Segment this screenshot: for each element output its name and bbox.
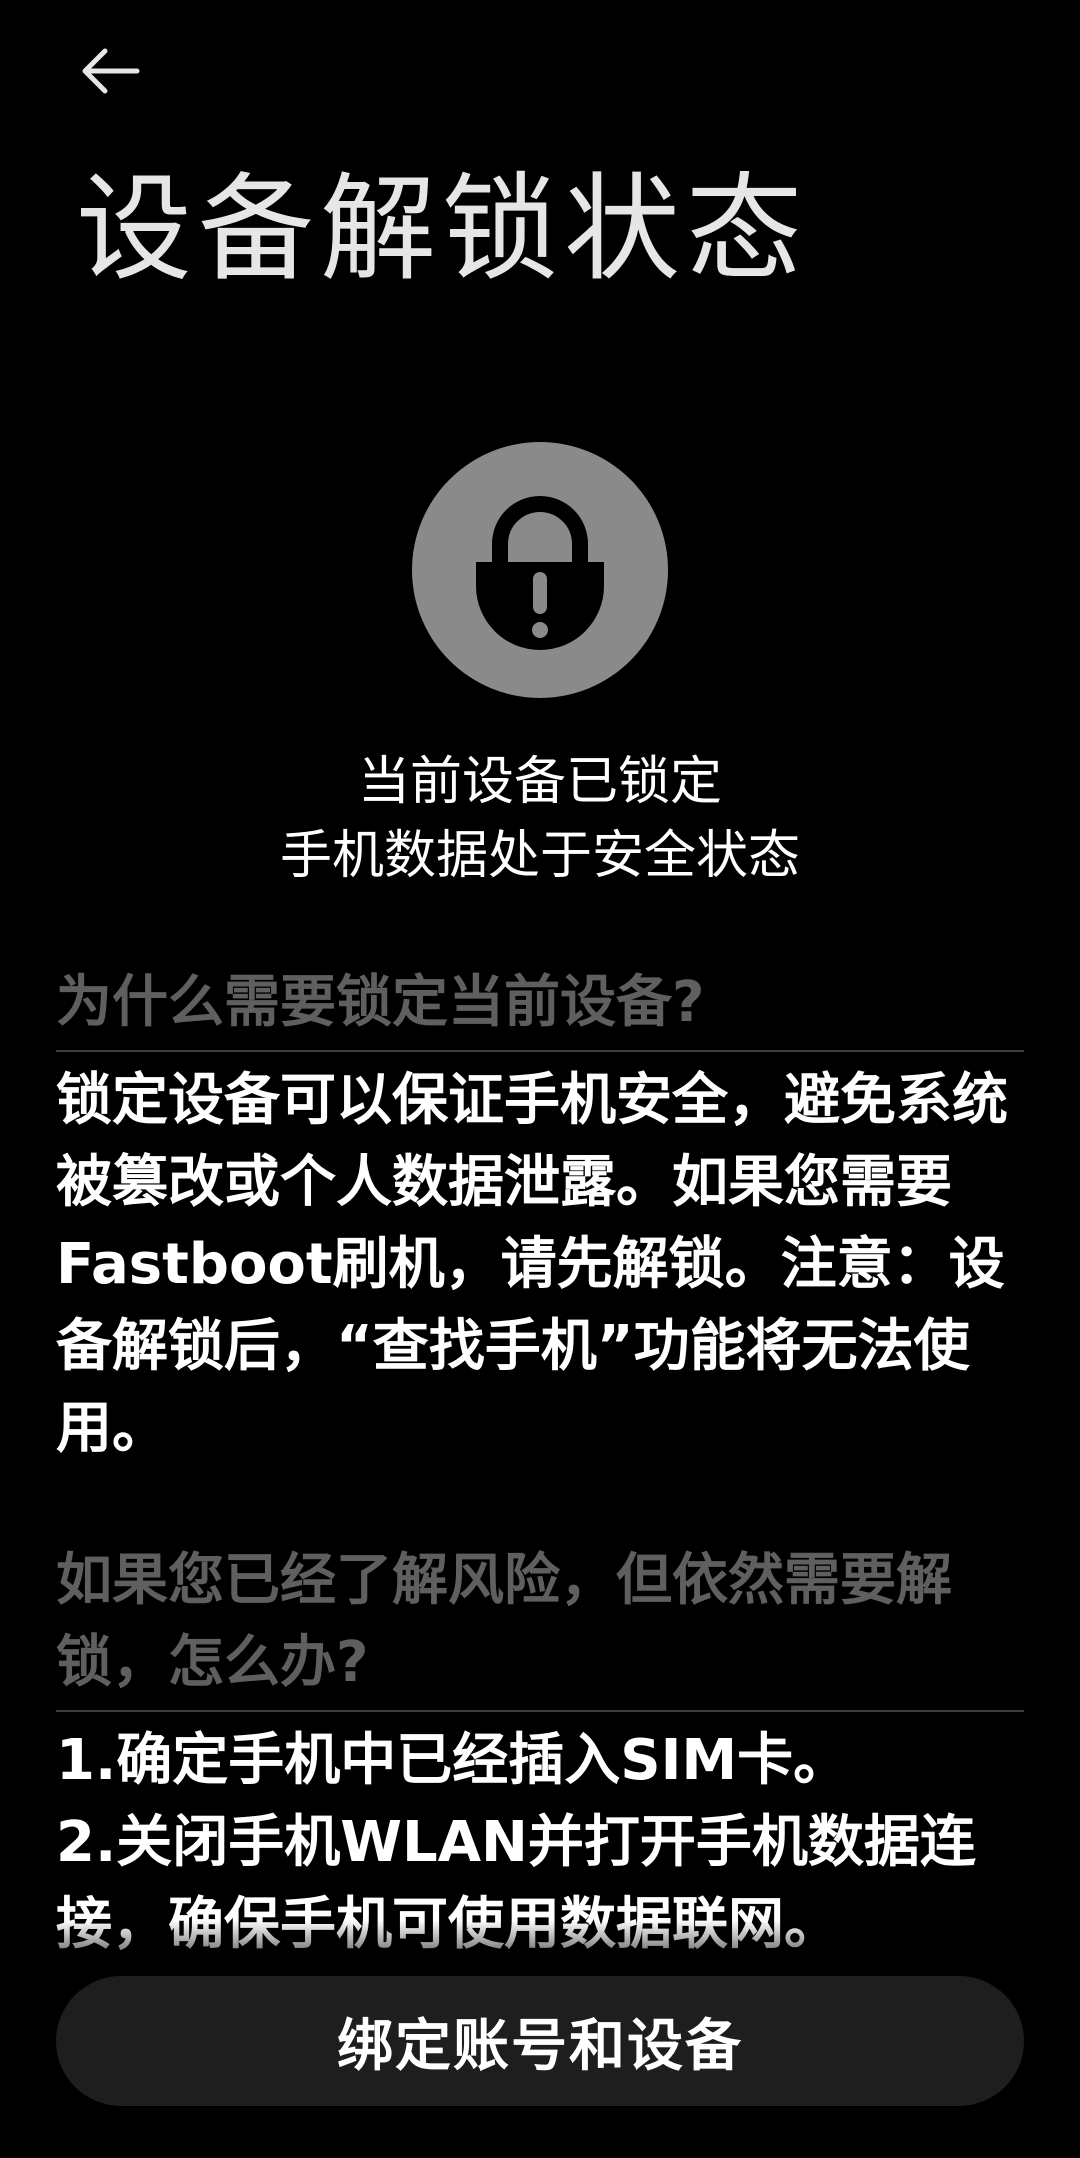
bind-account-button[interactable]: 绑定账号和设备 bbox=[56, 1976, 1024, 2106]
back-button[interactable] bbox=[66, 38, 152, 104]
lock-status-badge bbox=[412, 442, 668, 698]
scroll-fade bbox=[0, 1920, 1080, 1980]
section-body-how-unlock: 1.确定手机中已经插入SIM卡。 2.关闭手机WLAN并打开手机数据连接，确保手… bbox=[56, 1728, 976, 1954]
section-heading-how-unlock: 如果您已经了解风险，但依然需要解锁，怎么办? bbox=[56, 1548, 952, 1695]
lock-status-subtitle: 手机数据处于安全状态 bbox=[279, 826, 800, 886]
section-divider bbox=[56, 1710, 1024, 1712]
page-title: 设备解锁状态 bbox=[76, 162, 808, 297]
section-heading-why-lock: 为什么需要锁定当前设备? bbox=[56, 970, 705, 1035]
arrow-left-icon bbox=[82, 48, 140, 94]
section-divider bbox=[56, 1050, 1024, 1052]
lock-status-title: 当前设备已锁定 bbox=[357, 752, 722, 812]
info-scroll-area[interactable]: 为什么需要锁定当前设备? 锁定设备可以保证手机安全，避免系统被篡改或个人数据泄露… bbox=[0, 950, 1080, 1954]
section-body-why-lock: 锁定设备可以保证手机安全，避免系统被篡改或个人数据泄露。如果您需要Fastboo… bbox=[56, 1068, 1008, 1461]
lock-warning-icon bbox=[476, 496, 604, 650]
bind-account-button-label: 绑定账号和设备 bbox=[337, 2013, 743, 2079]
